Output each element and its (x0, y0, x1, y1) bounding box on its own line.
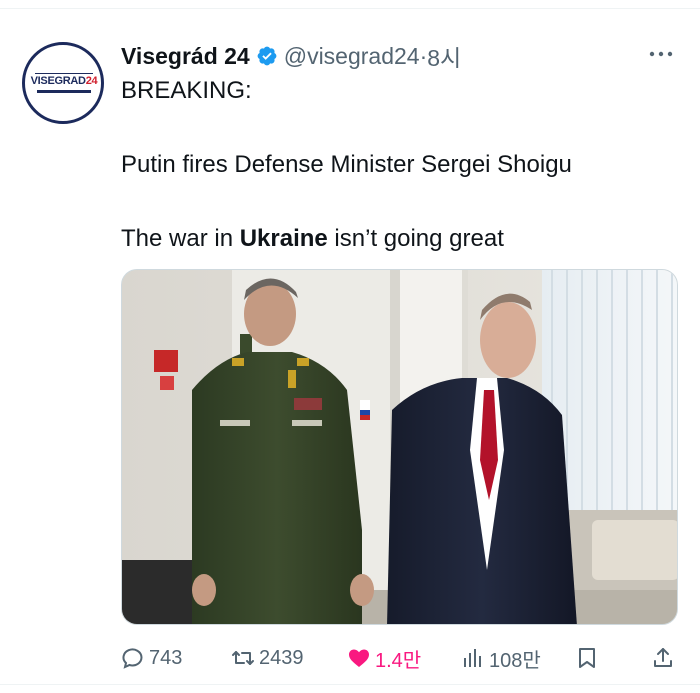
heart-filled-icon (349, 649, 369, 667)
tweet-timestamp[interactable]: 8시 (427, 39, 461, 73)
retweet-count: 2439 (259, 646, 304, 669)
tweet-text-hashtag-ukraine[interactable]: Ukraine (240, 225, 328, 252)
time-separator: · (419, 42, 428, 69)
views-button[interactable]: 108만 (461, 641, 541, 675)
author-handle[interactable]: @visegrad24 (284, 43, 420, 70)
avatar-logo-text: VISEGRAD (30, 75, 86, 87)
tweet-text-line-2: Putin fires Defense Minister Sergei Shoi… (121, 151, 572, 178)
bookmark-icon (579, 648, 595, 668)
retweet-icon (232, 651, 254, 665)
reply-button[interactable]: 743 (121, 641, 182, 675)
top-divider (0, 8, 700, 9)
views-count: 108만 (489, 649, 541, 672)
like-button[interactable]: 1.4만 (347, 641, 421, 675)
avatar-logo-underline (37, 90, 91, 93)
tweet-text: BREAKING: Putin fires Defense Minister S… (121, 76, 681, 254)
verified-badge-icon (257, 46, 277, 66)
tweet-text-line-1: BREAKING: (121, 77, 252, 104)
tweet-text-line-3-pre: The war in (121, 225, 240, 252)
like-count: 1.4만 (375, 649, 422, 672)
tweet-photo-illustration (122, 270, 677, 624)
reply-count: 743 (149, 646, 183, 669)
author-avatar[interactable]: VISEGRAD24 (22, 42, 104, 124)
avatar-logo-rule (35, 73, 93, 74)
tweet-photo[interactable] (121, 269, 678, 625)
reply-bubble-icon (122, 648, 143, 669)
more-dots-icon[interactable] (648, 44, 674, 64)
avatar-logo-number: 24 (85, 75, 98, 87)
share-button[interactable] (651, 641, 679, 675)
bookmark-button[interactable] (575, 641, 603, 675)
views-bars-icon (464, 649, 481, 667)
author-display-name[interactable]: Visegrád 24 (121, 43, 250, 70)
tweet-actions: 743 2439 1.4만 108만 (121, 641, 681, 675)
tweet-text-line-3: The war in Ukraine isn’t going great (121, 224, 681, 254)
retweet-button[interactable]: 2439 (231, 641, 304, 675)
tweet-text-line-3-post: isn’t going great (327, 225, 504, 252)
tweet-header: Visegrád 24 @visegrad24 · 8시 (121, 40, 461, 72)
avatar-logo: VISEGRAD24 (30, 75, 98, 87)
bottom-divider (0, 684, 700, 685)
share-upload-icon (654, 648, 672, 667)
